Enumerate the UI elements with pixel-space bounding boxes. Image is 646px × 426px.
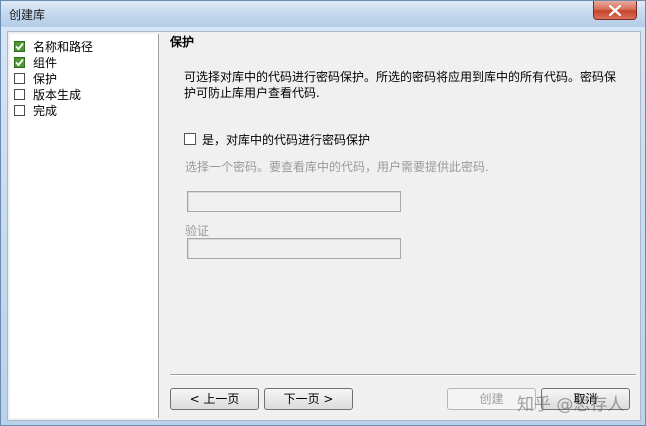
- close-button[interactable]: [593, 1, 637, 20]
- title-bar[interactable]: 创建库: [1, 1, 645, 27]
- step-label: 名称和路径: [33, 39, 94, 54]
- unchecked-box-icon: [14, 72, 25, 84]
- protect-checkbox-row[interactable]: 是，对库中的代码进行密码保护: [184, 132, 371, 147]
- step-label: 版本生成: [33, 87, 82, 102]
- step-item-versioning[interactable]: 版本生成: [14, 86, 81, 102]
- create-library-window: 创建库 名称和路径 组件 保护 版本生成 完成 保护 可选择对库中的代码进行密码…: [0, 0, 646, 426]
- unchecked-box-icon: [14, 88, 25, 100]
- protect-checkbox[interactable]: [184, 133, 196, 145]
- unchecked-box-icon: [14, 104, 25, 116]
- footer-divider: [170, 374, 636, 376]
- prev-page-button[interactable]: < 上一页: [170, 388, 259, 410]
- verify-label: 验证: [185, 224, 210, 238]
- next-page-button[interactable]: 下一页 >: [264, 388, 353, 410]
- step-item-components[interactable]: 组件: [14, 54, 57, 70]
- wizard-client-area: 名称和路径 组件 保护 版本生成 完成 保护 可选择对库中的代码进行密码保护。所…: [7, 31, 641, 421]
- step-item-finish[interactable]: 完成: [14, 102, 57, 118]
- checkmark-icon: [14, 40, 25, 52]
- watermark: 知乎 @思存人: [517, 395, 625, 415]
- checkmark-icon: [14, 56, 25, 68]
- protect-checkbox-label: 是，对库中的代码进行密码保护: [202, 132, 371, 147]
- step-item-protection[interactable]: 保护: [14, 70, 57, 86]
- step-label: 保护: [33, 71, 58, 86]
- wizard-steps-list: 名称和路径 组件 保护 版本生成 完成: [10, 34, 159, 418]
- panel-description: 可选择对库中的代码进行密码保护。所选的密码将应用到库中的所有代码。密码保护可防止…: [184, 70, 617, 100]
- close-icon: [609, 4, 621, 16]
- password-field[interactable]: [187, 191, 401, 212]
- window-title: 创建库: [9, 8, 46, 22]
- panel-title: 保护: [170, 35, 195, 49]
- verify-password-field[interactable]: [187, 238, 401, 259]
- step-item-name-path[interactable]: 名称和路径: [14, 38, 93, 54]
- step-label: 组件: [33, 55, 58, 70]
- step-label: 完成: [33, 103, 58, 118]
- password-hint: 选择一个密码。要查看库中的代码，用户需要提供此密码.: [185, 160, 489, 174]
